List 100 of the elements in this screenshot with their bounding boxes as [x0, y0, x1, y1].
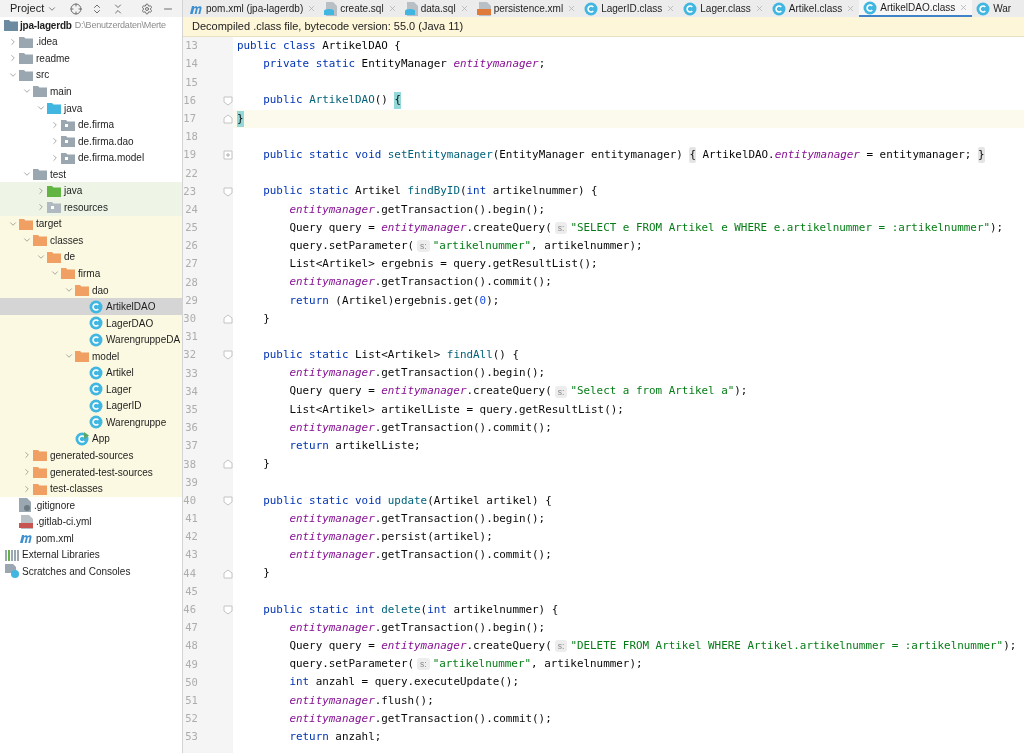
editor-tab[interactable]: pom.xml (jpa-lagerdb) [185, 0, 321, 17]
tree-item[interactable]: ArtikelDAO [0, 298, 182, 315]
fold-icon[interactable] [223, 568, 233, 579]
settings-icon[interactable] [141, 2, 154, 15]
code-token: entitymanager [381, 383, 467, 400]
code-token: } [262, 310, 270, 327]
chevron-right-icon[interactable] [50, 136, 60, 147]
close-icon[interactable] [959, 3, 969, 12]
tree-item[interactable]: java [0, 182, 182, 199]
panel-title[interactable]: Project [10, 0, 45, 17]
code-token: public static void [262, 147, 383, 164]
tree-item[interactable]: WarengruppeDA [0, 331, 182, 348]
matched-brace: { [394, 92, 401, 109]
tree-item[interactable]: resources [0, 199, 182, 216]
tree-item[interactable]: Warengruppe [0, 414, 182, 431]
line-number: 28 [184, 274, 198, 290]
parameter-hint: s: [554, 385, 568, 398]
close-icon[interactable] [307, 4, 317, 13]
close-icon[interactable] [459, 4, 469, 13]
chevron-right-icon[interactable] [22, 467, 32, 478]
tree-item[interactable]: de.firma.model [0, 149, 182, 166]
tree-item[interactable]: classes [0, 232, 182, 249]
tree-item[interactable]: firma [0, 265, 182, 282]
tree-item-label: de.firma.dao [78, 134, 134, 149]
file-icon [19, 514, 33, 529]
close-icon[interactable] [846, 4, 856, 13]
chevron-right-icon[interactable] [22, 450, 32, 461]
tree-item[interactable]: generated-sources [0, 447, 182, 464]
chevron-right-icon[interactable] [36, 202, 46, 213]
tree-item-label: main [50, 84, 72, 99]
close-icon[interactable] [666, 4, 676, 13]
tree-item[interactable]: src [0, 66, 182, 84]
chevron-down-icon[interactable] [36, 103, 46, 113]
line-number: 17 [183, 110, 196, 126]
tree-item[interactable]: Scratches and Consoles [0, 563, 182, 580]
editor-tab[interactable]: data.sql [400, 0, 473, 17]
tree-item[interactable]: java [0, 99, 182, 117]
editor-tab[interactable]: Artikel.class [767, 0, 860, 17]
chevron-right-icon[interactable] [8, 36, 18, 47]
crosshair-icon[interactable] [70, 2, 83, 15]
tree-item-label: resources [64, 200, 108, 215]
class-icon [89, 316, 103, 331]
chevron-right-icon[interactable] [50, 152, 60, 163]
tree-item[interactable]: External Libraries [0, 546, 182, 564]
expand-fold-icon[interactable] [223, 150, 233, 161]
line-number: 39 [184, 474, 198, 490]
fold-icon[interactable] [223, 604, 233, 615]
fold-icon[interactable] [223, 495, 233, 506]
code-token: findByID [407, 183, 460, 200]
editor-tab[interactable]: LagerID.class [580, 0, 680, 17]
fold-icon[interactable] [223, 113, 233, 124]
tree-item-label: dao [92, 283, 109, 298]
editor-tab[interactable]: create.sql [320, 0, 401, 17]
tree-item-label: pom.xml [36, 531, 74, 546]
tree-item-label: .gitignore [34, 498, 76, 513]
fold-icon[interactable] [223, 95, 233, 106]
code-token: .getTransaction().begin(); [374, 510, 546, 527]
close-icon[interactable] [387, 4, 397, 13]
tree-item[interactable]: Lager [0, 381, 182, 398]
line-number: 42 [184, 529, 198, 545]
fold-icon[interactable] [223, 350, 233, 361]
chevron-right-icon[interactable] [36, 185, 46, 196]
tree-item[interactable]: test-classes [0, 480, 182, 497]
close-icon[interactable] [754, 4, 764, 13]
tree-item-label: Lager [106, 382, 132, 397]
fold-icon[interactable] [223, 186, 233, 197]
folder-icon [47, 102, 61, 114]
tree-item[interactable]: .gitlab-ci.yml [0, 513, 182, 530]
tree-item[interactable]: Artikel [0, 364, 182, 382]
fold-icon[interactable] [223, 459, 233, 470]
tree-item[interactable]: .gitignore [0, 496, 182, 514]
code-token: "SELECT e FROM Artikel e WHERE e.artikelnummer = :artikelnummer" [570, 219, 990, 236]
tree-item-label: classes [50, 233, 84, 248]
tree-item[interactable]: de.firma [0, 116, 182, 133]
chevron-right-icon[interactable] [8, 53, 18, 64]
folder-icon [4, 19, 18, 32]
editor-tab[interactable]: ArtikelDAO.class [859, 0, 973, 17]
editor-tab[interactable]: persistence.xml [472, 0, 581, 17]
chevron-right-icon[interactable] [22, 483, 32, 494]
editor-tab[interactable]: Lager.class [679, 0, 768, 17]
tree-item[interactable]: .idea [0, 33, 182, 51]
code-token: public static void [262, 492, 383, 509]
chevron-down-icon[interactable] [64, 285, 74, 295]
tree-item[interactable]: test [0, 165, 182, 183]
class-icon [89, 365, 103, 380]
tree-item[interactable]: jpa-lagerdb D:\Benutzerdaten\Merte [0, 17, 182, 34]
code-token: entitymanager [288, 201, 375, 218]
chevron-right-icon[interactable] [50, 119, 60, 130]
code-token: setEntitymanager [387, 147, 493, 164]
tree-item[interactable]: de.firma.dao [0, 132, 182, 150]
close-icon[interactable] [567, 4, 577, 13]
tree-item[interactable]: readme [0, 50, 182, 67]
tree-item-label: firma [78, 266, 101, 281]
code-token: .getTransaction().commit(); [374, 419, 552, 436]
fold-icon[interactable] [223, 313, 233, 324]
line-number: 36 [184, 420, 198, 436]
tree-item[interactable]: main [0, 83, 182, 100]
editor-tab[interactable]: War [972, 0, 1016, 17]
code-token: ArtikelDAO. [701, 147, 775, 164]
tree-item[interactable]: pom.xml [0, 529, 182, 547]
